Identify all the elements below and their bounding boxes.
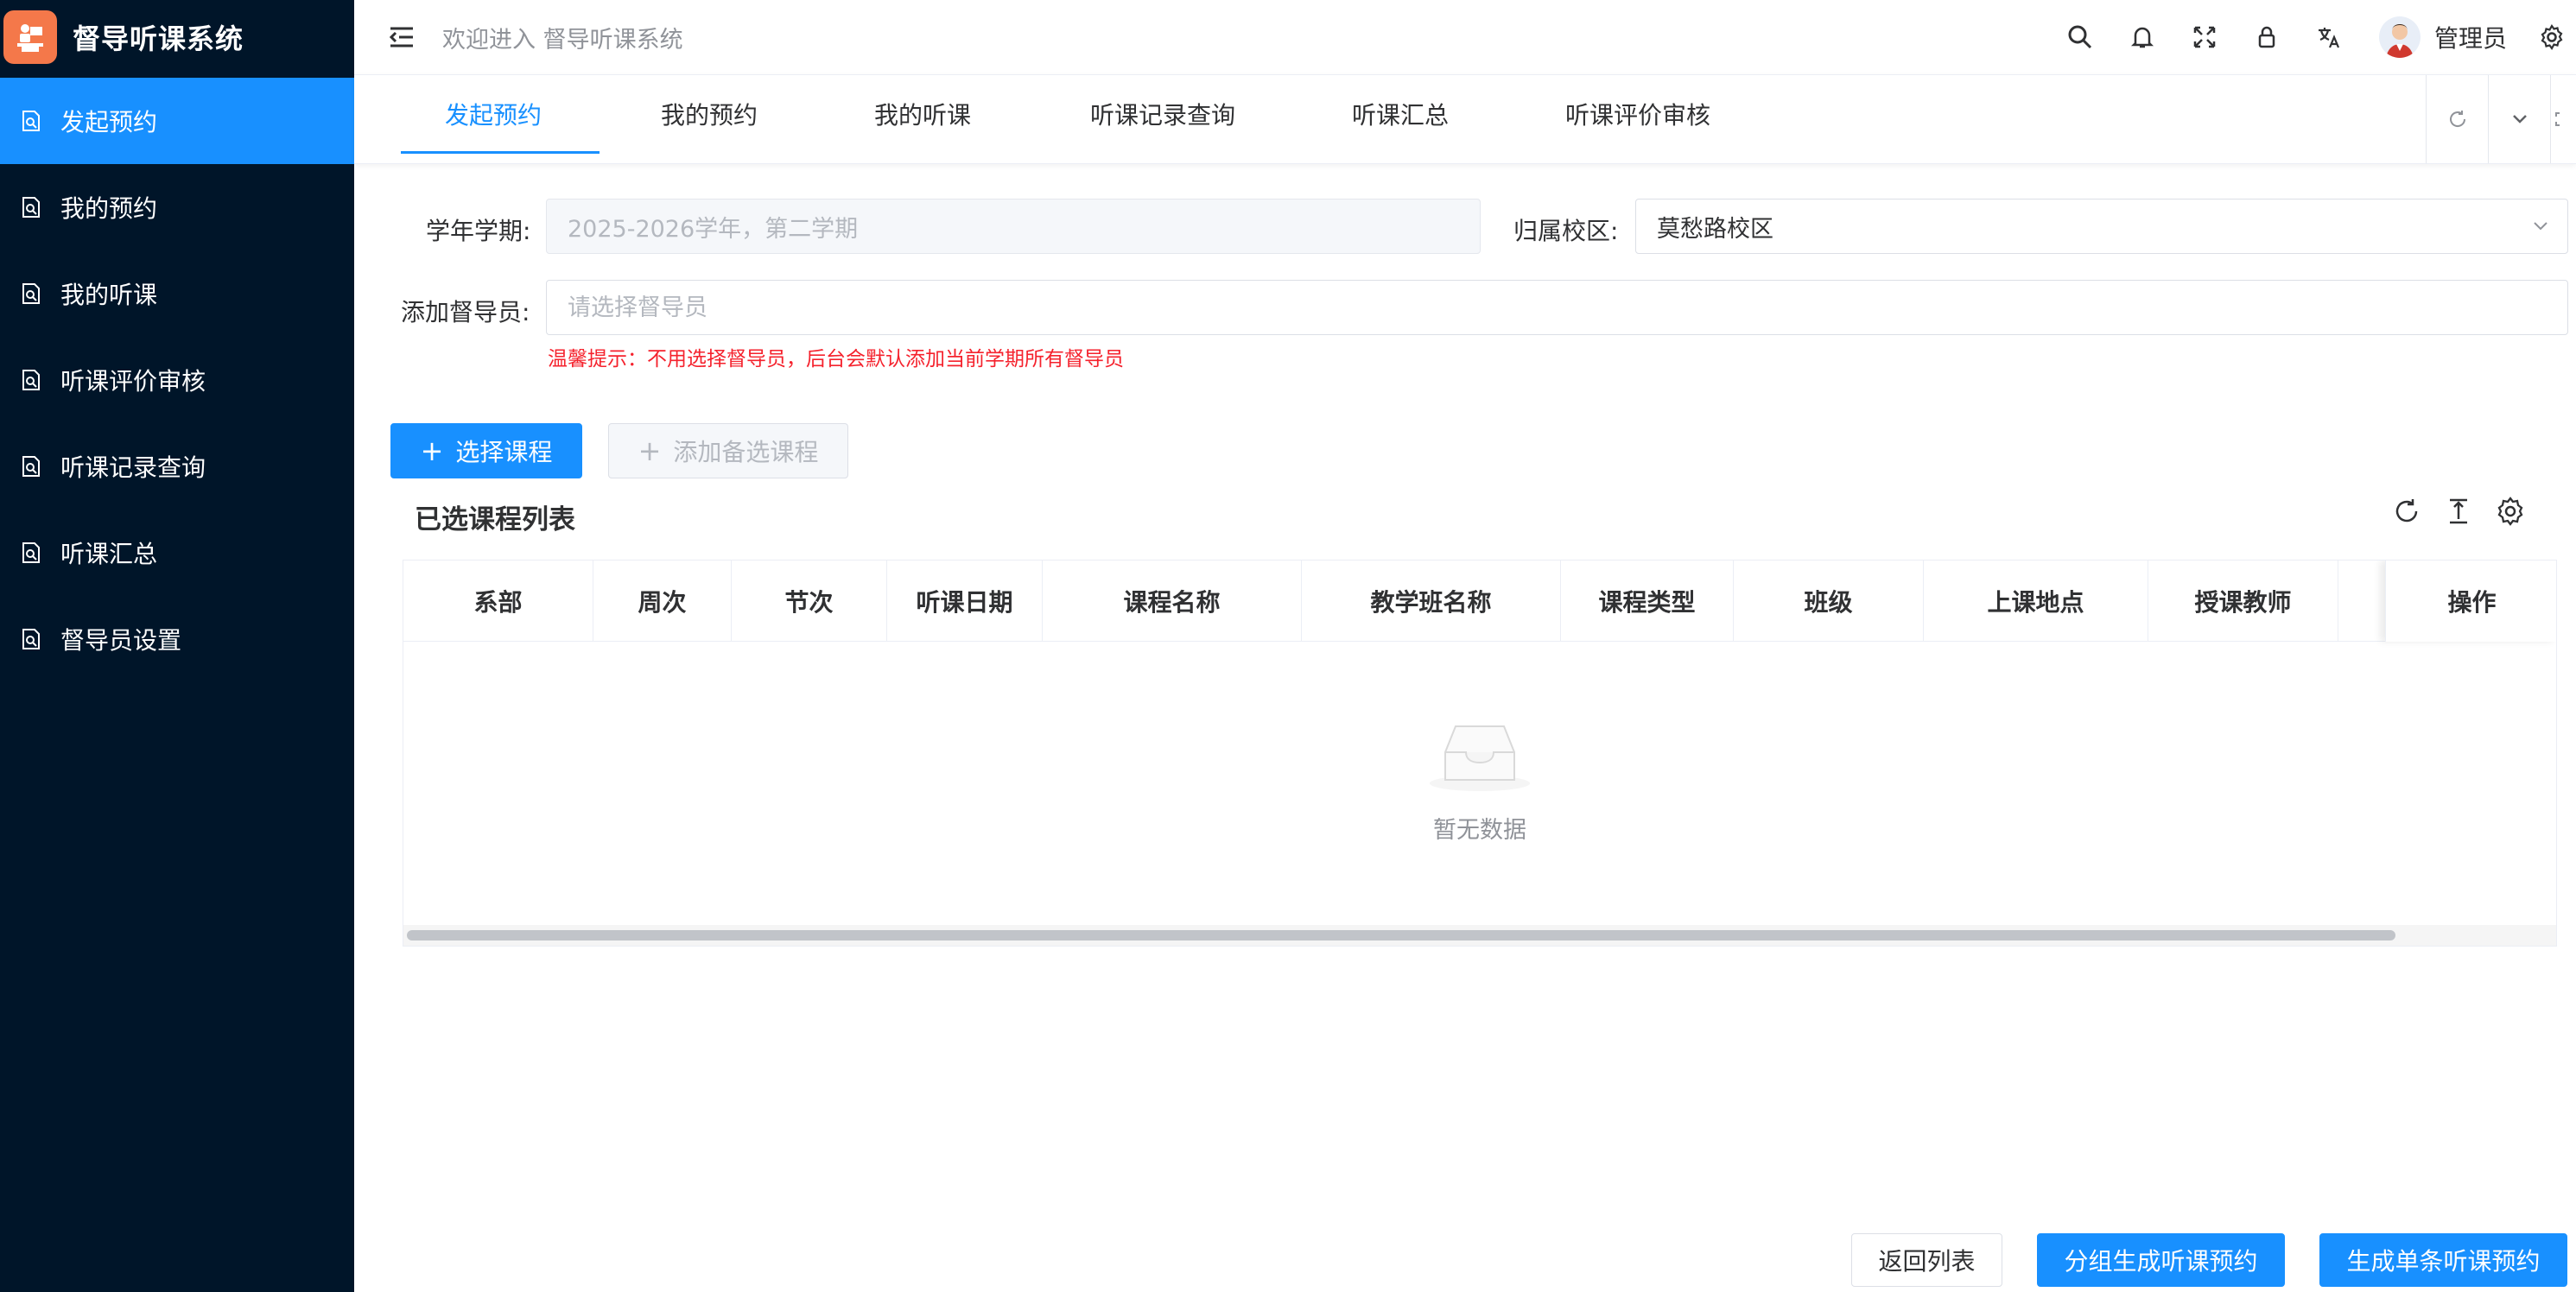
settings-icon[interactable] <box>2493 494 2528 529</box>
column-header: 节次 <box>732 560 887 642</box>
empty-state: 暂无数据 <box>403 642 2556 918</box>
term-value: 2025-2026学年，第二学期 <box>568 215 859 243</box>
campus-select[interactable]: 莫愁路校区 <box>1635 199 2568 254</box>
campus-value: 莫愁路校区 <box>1657 215 1773 243</box>
menu-fold-icon[interactable] <box>387 22 416 52</box>
tab-tools <box>2426 75 2576 163</box>
avatar[interactable] <box>2378 16 2421 58</box>
selected-courses-table: 系部 周次 节次 听课日期 课程名称 教学班名称 课程类型 班级 上课地点 授课… <box>403 560 2557 947</box>
table-toolbar <box>2372 494 2528 529</box>
sidebar-item-evaluation-review[interactable]: 听课评价审核 <box>0 337 354 423</box>
sidebar-item-label: 发起预约 <box>60 108 158 136</box>
page-tabs: 发起预约 我的预约 我的听课 听课记录查询 听课汇总 听课评价审核 <box>354 74 2576 164</box>
add-backup-course-button[interactable]: + 添加备选课程 <box>608 423 848 478</box>
sidebar-item-summary[interactable]: 听课汇总 <box>0 510 354 596</box>
sidebar: 督导听课系统 发起预约 我的预约 我的听课 听课评价审核 听课记录查询 听课汇总… <box>0 0 354 1292</box>
tab-evaluation-review[interactable]: 听课评价审核 <box>1565 75 1710 153</box>
sidebar-menu: 发起预约 我的预约 我的听课 听课评价审核 听课记录查询 听课汇总 督导员设置 <box>0 78 354 682</box>
search-icon[interactable] <box>2065 22 2096 53</box>
tab-maximize-button[interactable] <box>2550 75 2576 163</box>
bell-icon[interactable] <box>2127 22 2158 53</box>
lock-icon[interactable] <box>2251 22 2282 53</box>
refresh-icon <box>2449 111 2465 127</box>
brand: 督导听课系统 <box>0 0 354 74</box>
document-search-icon <box>19 368 43 392</box>
document-search-icon <box>19 282 43 306</box>
empty-text: 暂无数据 <box>1433 817 1526 844</box>
translate-icon[interactable] <box>2313 22 2344 53</box>
document-search-icon <box>19 195 43 219</box>
gear-icon[interactable] <box>2536 22 2567 53</box>
column-header: 课程名称 <box>1043 560 1302 642</box>
document-search-icon <box>19 109 43 133</box>
select-course-label: 选择课程 <box>455 438 553 466</box>
refresh-icon[interactable] <box>2389 494 2424 529</box>
add-backup-course-label: 添加备选课程 <box>673 438 819 466</box>
tab-dropdown-button[interactable] <box>2488 75 2550 163</box>
document-search-icon <box>19 627 43 651</box>
column-header-actions: 操作 <box>2385 560 2556 642</box>
column-header: 班级 <box>1734 560 1924 642</box>
app-logo-icon <box>3 10 57 64</box>
column-header: 授课教师 <box>2148 560 2338 642</box>
column-height-icon[interactable] <box>2441 494 2476 529</box>
term-label: 学年学期: <box>426 217 531 245</box>
single-generate-button[interactable]: 生成单条听课预约 <box>2319 1233 2567 1287</box>
tab-summary[interactable]: 听课汇总 <box>1352 75 1449 153</box>
empty-box-icon <box>1430 725 1530 791</box>
chevron-down-icon <box>2534 222 2547 231</box>
active-tab-indicator <box>401 151 600 154</box>
sidebar-item-label: 我的预约 <box>60 194 158 223</box>
expand-icon <box>2554 112 2560 126</box>
column-header: 上课地点 <box>1924 560 2148 642</box>
sidebar-item-label: 听课评价审核 <box>60 367 206 396</box>
sidebar-item-label: 听课汇总 <box>60 540 158 568</box>
sidebar-item-supervisor-settings[interactable]: 督导员设置 <box>0 596 354 682</box>
supervisor-label: 添加督导员: <box>401 298 530 326</box>
column-header: 课程类型 <box>1561 560 1734 642</box>
table-header: 系部 周次 节次 听课日期 课程名称 教学班名称 课程类型 班级 上课地点 授课… <box>403 560 2556 642</box>
column-header: 系部 <box>403 560 593 642</box>
group-generate-button[interactable]: 分组生成听课预约 <box>2037 1233 2285 1287</box>
fullscreen-icon[interactable] <box>2189 22 2220 53</box>
column-header: 听课日期 <box>887 560 1043 642</box>
tab-my-booking[interactable]: 我的预约 <box>661 75 758 153</box>
header-toolbar: 管理员 <box>2034 0 2576 74</box>
selected-courses-title: 已选课程列表 <box>415 504 575 535</box>
user-name[interactable]: 管理员 <box>2434 20 2507 54</box>
tab-record-query[interactable]: 听课记录查询 <box>1090 75 1235 153</box>
refresh-tab-button[interactable] <box>2426 75 2488 163</box>
supervisor-input[interactable] <box>568 294 2567 321</box>
sidebar-item-my-observation[interactable]: 我的听课 <box>0 250 354 337</box>
sidebar-item-label: 听课记录查询 <box>60 453 206 482</box>
tab-my-observation[interactable]: 我的听课 <box>874 75 971 153</box>
top-header: 欢迎进入 督导听课系统 管理员 <box>354 0 2576 74</box>
sidebar-item-my-booking[interactable]: 我的预约 <box>0 164 354 250</box>
back-to-list-button[interactable]: 返回列表 <box>1851 1233 2002 1287</box>
welcome-text: 欢迎进入 督导听课系统 <box>442 26 683 54</box>
column-header: 周次 <box>593 560 732 642</box>
plus-icon: + <box>638 434 662 467</box>
supervisor-tip: 温馨提示：不用选择督导员，后台会默认添加当前学期所有督导员 <box>548 348 1124 370</box>
sidebar-item-label: 我的听课 <box>60 281 158 309</box>
app-title: 督导听课系统 <box>73 22 244 55</box>
sidebar-item-label: 督导员设置 <box>60 626 182 655</box>
plus-icon: + <box>420 434 444 467</box>
column-header: 教学班名称 <box>1302 560 1561 642</box>
select-course-button[interactable]: + 选择课程 <box>390 423 582 478</box>
term-field: 2025-2026学年，第二学期 <box>546 199 1481 254</box>
document-search-icon <box>19 541 43 565</box>
document-search-icon <box>19 454 43 478</box>
supervisor-select[interactable] <box>546 280 2568 335</box>
sidebar-item-initiate-booking[interactable]: 发起预约 <box>0 78 354 164</box>
campus-label: 归属校区: <box>1513 217 1619 245</box>
tab-initiate-booking[interactable]: 发起预约 <box>445 75 542 153</box>
horizontal-scrollbar[interactable] <box>407 930 2395 940</box>
chevron-down-icon <box>2512 115 2527 124</box>
sidebar-item-record-query[interactable]: 听课记录查询 <box>0 423 354 510</box>
